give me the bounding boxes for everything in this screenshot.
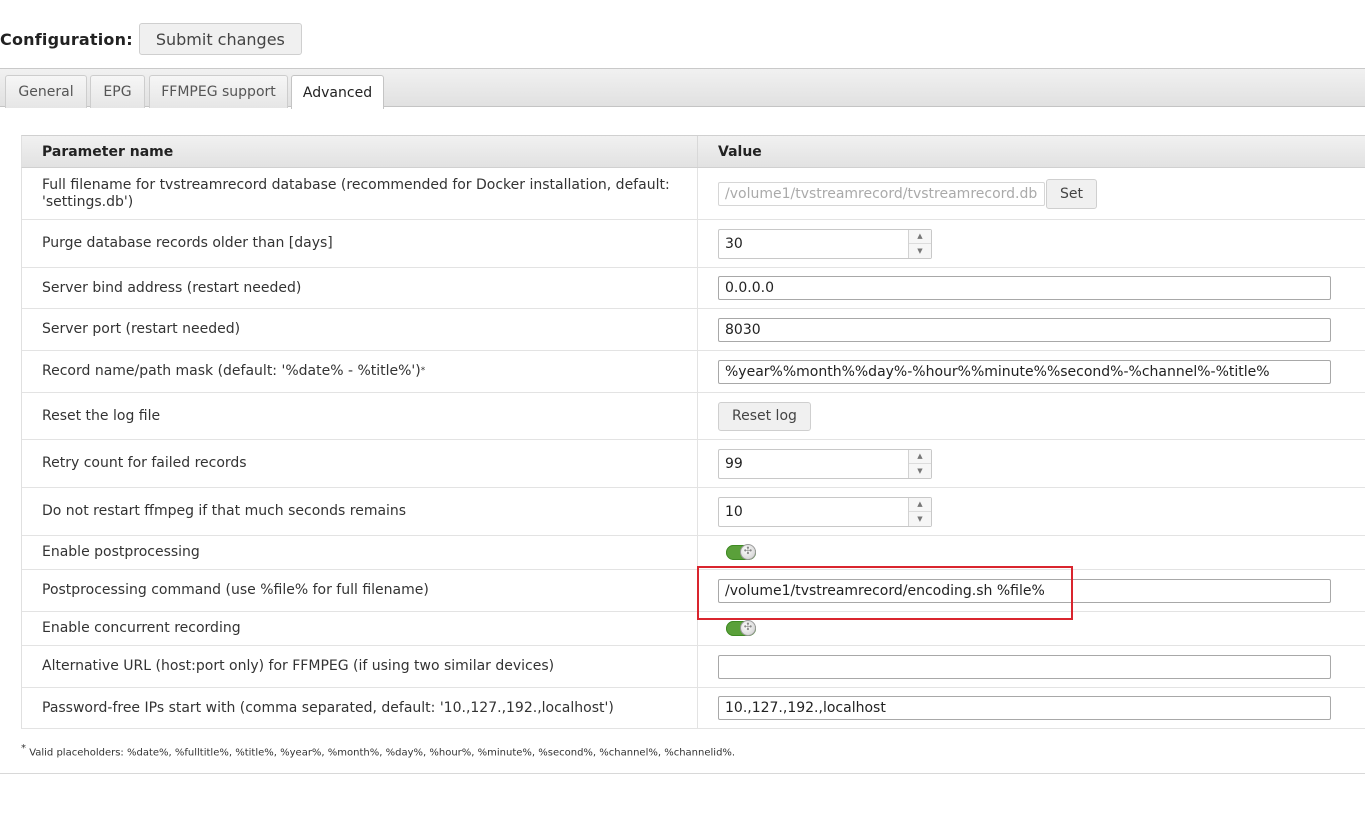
toggle-switch-icon: ✣ <box>740 620 756 636</box>
caret-up-icon[interactable]: ▲ <box>909 230 931 244</box>
mask-label-text: Record name/path mask (default: '%date% … <box>42 363 421 379</box>
table-row: Retry count for failed records 99 ▲ ▼ <box>21 440 1365 488</box>
settings-table: Parameter name Value Full filename for t… <box>21 135 1365 729</box>
password-free-ips-input[interactable]: 10.,127.,192.,localhost <box>718 696 1331 720</box>
bind-address-input[interactable]: 0.0.0.0 <box>718 276 1331 300</box>
caret-up-icon[interactable]: ▲ <box>909 450 931 464</box>
caret-down-icon[interactable]: ▼ <box>909 464 931 478</box>
toggle-switch-icon: ✣ <box>740 544 756 560</box>
table-row: Enable concurrent recording ✣ <box>21 612 1365 646</box>
spinner-value: 30 <box>725 235 743 252</box>
purge-days-spinner[interactable]: 30 ▲ ▼ <box>718 228 932 259</box>
table-row: Record name/path mask (default: '%date% … <box>21 351 1365 393</box>
footnote-marker: * <box>420 366 426 376</box>
page-title: Configuration: <box>0 29 133 49</box>
config-header: Configuration: Submit changes <box>0 22 302 56</box>
param-label: Enable postprocessing <box>22 536 698 569</box>
record-mask-input[interactable]: %year%%month%%day%-%hour%%minute%%second… <box>718 359 1331 384</box>
column-header-name: Parameter name <box>22 136 698 167</box>
param-label: Record name/path mask (default: '%date% … <box>22 351 698 392</box>
column-header-value: Value <box>718 143 762 160</box>
tab-epg[interactable]: EPG <box>90 75 145 108</box>
tab-general[interactable]: General <box>5 75 87 108</box>
table-row: Alternative URL (host:port only) for FFM… <box>21 646 1365 688</box>
table-row: Postprocessing command (use %file% for f… <box>21 570 1365 612</box>
table-row: Full filename for tvstreamrecord databas… <box>21 168 1365 220</box>
footnote: * Valid placeholders: %date%, %fulltitle… <box>21 743 735 758</box>
set-db-button[interactable]: Set <box>1046 178 1097 209</box>
caret-up-icon[interactable]: ▲ <box>909 498 931 512</box>
spinner-value: 10 <box>725 503 743 520</box>
spinner-value: 99 <box>725 455 743 472</box>
param-label: Full filename for tvstreamrecord databas… <box>22 168 698 219</box>
footnote-text: Valid placeholders: %date%, %fulltitle%,… <box>29 747 736 759</box>
table-row: Enable postprocessing ✣ <box>21 536 1365 570</box>
param-label: Server port (restart needed) <box>22 309 698 350</box>
table-row: Purge database records older than [days]… <box>21 220 1365 268</box>
caret-down-icon[interactable]: ▼ <box>909 244 931 258</box>
enable-concurrent-toggle[interactable]: ✣ <box>726 620 756 636</box>
retry-count-spinner[interactable]: 99 ▲ ▼ <box>718 448 932 479</box>
param-label: Password-free IPs start with (comma sepa… <box>22 688 698 728</box>
tab-ffmpeg-support[interactable]: FFMPEG support <box>149 75 288 108</box>
table-row: Password-free IPs start with (comma sepa… <box>21 688 1365 729</box>
param-label: Postprocessing command (use %file% for f… <box>22 570 698 611</box>
enable-postprocessing-toggle[interactable]: ✣ <box>726 544 756 560</box>
reset-log-button[interactable]: Reset log <box>718 401 811 431</box>
param-label: Retry count for failed records <box>22 440 698 487</box>
db-filename-input[interactable]: /volume1/tvstreamrecord/tvstreamrecord.d… <box>718 181 1045 206</box>
footnote-marker: * <box>21 743 26 754</box>
param-label: Enable concurrent recording <box>22 612 698 645</box>
param-label: Server bind address (restart needed) <box>22 268 698 308</box>
param-label: Purge database records older than [days] <box>22 220 698 267</box>
param-label: Do not restart ffmpeg if that much secon… <box>22 488 698 535</box>
no-restart-seconds-spinner[interactable]: 10 ▲ ▼ <box>718 496 932 527</box>
postprocessing-command-input[interactable]: /volume1/tvstreamrecord/encoding.sh %fil… <box>718 578 1331 603</box>
alternative-url-input[interactable] <box>718 654 1331 679</box>
table-row: Server bind address (restart needed) 0.0… <box>21 268 1365 309</box>
server-port-input[interactable]: 8030 <box>718 317 1331 342</box>
submit-changes-button[interactable]: Submit changes <box>138 23 302 55</box>
divider <box>0 773 1365 774</box>
table-header: Parameter name Value <box>21 135 1365 168</box>
table-row: Server port (restart needed) 8030 <box>21 309 1365 351</box>
caret-down-icon[interactable]: ▼ <box>909 512 931 526</box>
tab-advanced[interactable]: Advanced <box>291 75 384 109</box>
table-row: Do not restart ffmpeg if that much secon… <box>21 488 1365 536</box>
param-label: Alternative URL (host:port only) for FFM… <box>22 646 698 687</box>
table-row: Reset the log file Reset log <box>21 393 1365 440</box>
param-label: Reset the log file <box>22 393 698 439</box>
tab-bar: General EPG FFMPEG support Advanced <box>0 68 1365 109</box>
